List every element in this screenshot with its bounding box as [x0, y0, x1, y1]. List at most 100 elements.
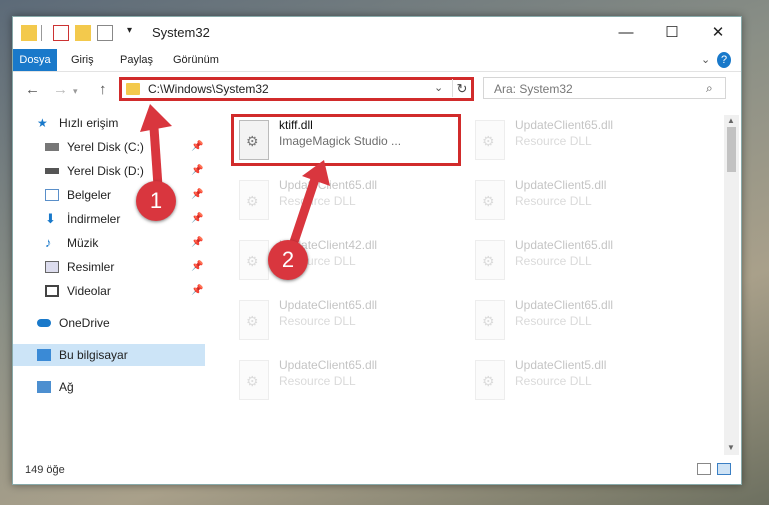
pin-icon: 📌: [191, 285, 204, 296]
drive-icon: [45, 168, 59, 174]
minimize-button[interactable]: —: [603, 17, 649, 49]
file-description: Resource DLL: [279, 314, 356, 328]
file-name: UpdateClient65.dll: [515, 238, 614, 252]
help-icon[interactable]: ?: [717, 52, 731, 68]
sidebar-item-downloads[interactable]: ⬇ İndirmeler 📌: [45, 208, 205, 230]
vertical-scrollbar[interactable]: ▲ ▼: [724, 115, 739, 455]
separator: [41, 25, 42, 41]
file-tile[interactable]: UpdateClient5.dll Resource DLL: [467, 174, 697, 226]
document-icon: [45, 189, 59, 201]
recent-dropdown-icon[interactable]: ▾: [73, 86, 78, 97]
file-tile[interactable]: UpdateClient65.dll Resource DLL: [467, 294, 697, 346]
file-tile[interactable]: UpdateClient42.dll Resource DLL: [231, 234, 461, 286]
video-icon: [45, 285, 59, 297]
pin-icon: 📌: [191, 141, 204, 152]
search-input[interactable]: Ara: System32 ⌕: [483, 77, 726, 99]
cloud-icon: [37, 319, 51, 327]
sidebar-item-disk-c[interactable]: Yerel Disk (C:) 📌: [45, 136, 205, 158]
file-description: Resource DLL: [515, 194, 592, 208]
scroll-down-icon[interactable]: ▼: [727, 443, 735, 452]
file-name: UpdateClient65.dll: [279, 298, 378, 312]
ribbon-tabs: Dosya Giriş Paylaş Görünüm ⌄ ?: [13, 49, 741, 72]
pin-icon: 📌: [191, 165, 204, 176]
up-button[interactable]: ↑: [99, 81, 107, 98]
file-name: UpdateClient65.dll: [279, 358, 378, 372]
file-name: UpdateClient65.dll: [515, 118, 614, 132]
computer-icon: [37, 349, 51, 361]
file-description: Resource DLL: [279, 374, 356, 388]
file-list: ktiff.dll ImageMagick Studio ... UpdateC…: [209, 112, 724, 457]
item-count: 149 öğe: [25, 464, 65, 476]
sidebar-item-documents[interactable]: Belgeler 📌: [45, 184, 205, 206]
close-button[interactable]: ✕: [695, 17, 741, 49]
address-bar[interactable]: C:\Windows\System32 ⌄ ↻: [119, 77, 474, 101]
address-dropdown-icon[interactable]: ⌄: [434, 81, 443, 94]
file-description: Resource DLL: [515, 254, 592, 268]
dll-file-icon: [239, 300, 269, 340]
dll-file-icon: [239, 120, 269, 160]
sidebar-item-network[interactable]: Ağ: [37, 376, 205, 398]
sidebar-item-disk-d[interactable]: Yerel Disk (D:) 📌: [45, 160, 205, 182]
file-tile[interactable]: UpdateClient65.dll Resource DLL: [231, 294, 461, 346]
forward-button[interactable]: →: [53, 81, 68, 98]
dll-file-icon: [475, 360, 505, 400]
search-placeholder: Ara: System32: [494, 82, 573, 96]
file-name: ktiff.dll: [279, 118, 313, 132]
large-icons-view-icon[interactable]: [717, 463, 731, 475]
step-badge-2: 2: [268, 240, 308, 280]
details-view-icon[interactable]: [697, 463, 711, 475]
sidebar-item-music[interactable]: ♪ Müzik 📌: [45, 232, 205, 254]
folder-icon: [21, 25, 37, 41]
address-row: ← → ▾ ↑ C:\Windows\System32 ⌄ ↻ Ara: Sys…: [13, 72, 741, 106]
file-tile[interactable]: UpdateClient65.dll Resource DLL: [231, 354, 461, 406]
file-name: UpdateClient5.dll: [515, 178, 607, 192]
star-icon: ★: [37, 116, 48, 130]
sidebar-item-pictures[interactable]: Resimler 📌: [45, 256, 205, 278]
pin-icon: 📌: [191, 189, 204, 200]
properties-icon[interactable]: [53, 25, 69, 41]
file-name: UpdateClient65.dll: [515, 298, 614, 312]
sidebar-item-quick-access[interactable]: ★ Hızlı erişim: [37, 112, 205, 134]
address-path[interactable]: C:\Windows\System32: [148, 82, 269, 96]
qa-dropdown-icon[interactable]: ▾: [127, 25, 143, 41]
navigation-pane: ★ Hızlı erişim Yerel Disk (C:) 📌 Yerel D…: [13, 112, 205, 442]
scroll-thumb[interactable]: [727, 127, 736, 172]
download-icon: ⬇: [45, 211, 56, 226]
music-icon: ♪: [45, 235, 52, 250]
dll-file-icon: [239, 240, 269, 280]
drive-icon: [45, 143, 59, 151]
file-tile[interactable]: UpdateClient65.dll Resource DLL: [467, 234, 697, 286]
dll-file-icon: [475, 180, 505, 220]
explorer-window: ▾ System32 — ☐ ✕ Dosya Giriş Paylaş Görü…: [12, 16, 742, 485]
maximize-button[interactable]: ☐: [649, 17, 695, 49]
refresh-button[interactable]: ↻: [452, 79, 471, 97]
file-tile-ktiff[interactable]: ktiff.dll ImageMagick Studio ...: [231, 114, 461, 166]
folder-icon: [126, 83, 140, 95]
network-icon: [37, 381, 51, 393]
sidebar-item-videos[interactable]: Videolar 📌: [45, 280, 205, 302]
picture-icon: [45, 261, 59, 273]
file-tile[interactable]: UpdateClient5.dll Resource DLL: [467, 354, 697, 406]
sidebar-item-onedrive[interactable]: OneDrive: [37, 312, 205, 334]
pin-icon: 📌: [191, 261, 204, 272]
new-folder-icon[interactable]: [75, 25, 91, 41]
scroll-up-icon[interactable]: ▲: [727, 116, 735, 125]
file-name: UpdateClient65.dll: [279, 178, 378, 192]
status-bar: 149 öğe: [13, 457, 741, 483]
title-bar: ▾ System32 — ☐ ✕: [13, 17, 741, 49]
tab-dosya[interactable]: Dosya: [13, 49, 57, 71]
customize-qa-icon[interactable]: [97, 25, 113, 41]
file-description: Resource DLL: [515, 374, 592, 388]
sidebar-item-this-pc[interactable]: Bu bilgisayar: [13, 344, 205, 366]
file-tile[interactable]: UpdateClient65.dll Resource DLL: [467, 114, 697, 166]
tab-gorunum[interactable]: Görünüm: [167, 49, 225, 71]
ribbon-expand-icon[interactable]: ⌄: [695, 49, 716, 71]
file-tile[interactable]: UpdateClient65.dll Resource DLL: [231, 174, 461, 226]
pin-icon: 📌: [191, 213, 204, 224]
step-badge-1: 1: [136, 181, 176, 221]
back-button[interactable]: ←: [25, 81, 40, 98]
window-title: System32: [152, 25, 210, 40]
file-name: UpdateClient5.dll: [515, 358, 607, 372]
tab-paylas[interactable]: Paylaş: [114, 49, 159, 71]
tab-giris[interactable]: Giriş: [65, 49, 100, 71]
